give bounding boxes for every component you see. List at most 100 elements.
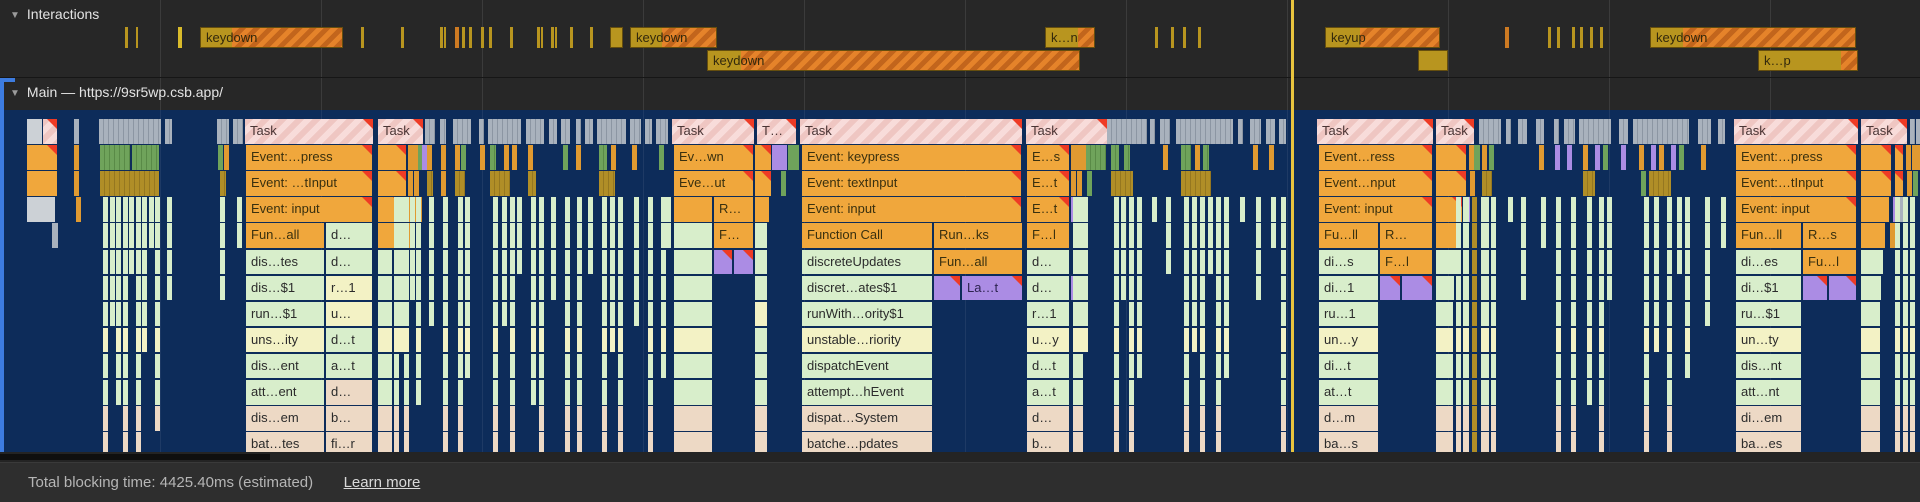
playhead-marker[interactable] [1291, 0, 1294, 453]
flame-entry[interactable]: Task [1861, 119, 1907, 144]
interaction-whisker[interactable] [537, 27, 540, 48]
interaction-whisker[interactable] [361, 27, 364, 48]
interactions-track-header[interactable]: ▼Interactions [10, 6, 99, 22]
interaction-bar[interactable]: keydown [630, 27, 717, 48]
flame-entry[interactable]: Event: keypress [802, 145, 1021, 170]
flame-entry[interactable]: R…s [1803, 223, 1856, 248]
interaction-bar[interactable]: k…p [1758, 50, 1858, 71]
flame-entry[interactable]: Task [800, 119, 1022, 144]
flame-entry[interactable]: dispat…System [802, 406, 932, 431]
flame-entry[interactable]: Task [1026, 119, 1107, 144]
interaction-whisker[interactable] [1557, 27, 1560, 48]
interaction-whisker[interactable] [1155, 27, 1158, 48]
flame-entry[interactable]: F…l [1380, 250, 1432, 275]
flame-entry[interactable]: u…y [1027, 328, 1069, 353]
interaction-whisker[interactable] [444, 27, 446, 48]
interaction-whisker[interactable] [481, 27, 484, 48]
flame-entry[interactable]: d… [326, 223, 372, 248]
interaction-whisker[interactable] [1548, 27, 1551, 48]
horizontal-scrollbar[interactable] [0, 452, 1920, 462]
interaction-whisker[interactable] [462, 27, 465, 48]
flame-entry[interactable]: d…t [1027, 354, 1069, 379]
flame-entry[interactable]: dis…em [246, 406, 324, 431]
flame-entry[interactable]: Eve…ut [674, 171, 753, 196]
flame-entry[interactable]: T… [757, 119, 796, 144]
flame-entry[interactable]: Event: input [246, 197, 372, 222]
flame-entry[interactable]: u… [326, 302, 372, 327]
interaction-whisker[interactable] [1590, 27, 1593, 48]
collapse-triangle-icon[interactable]: ▼ [10, 10, 20, 21]
flame-entry[interactable]: R… [714, 197, 753, 222]
flame-entry[interactable]: dis…nt [1736, 354, 1801, 379]
main-track-header[interactable]: ▼Main — https://9sr5wp.csb.app/ [10, 84, 223, 100]
interaction-whisker[interactable] [401, 27, 404, 48]
flame-entry[interactable]: E…t [1027, 171, 1069, 196]
interaction-whisker[interactable] [136, 27, 138, 48]
flame-entry[interactable]: Event:…press [246, 145, 372, 170]
learn-more-link[interactable]: Learn more [344, 463, 421, 502]
interaction-whisker[interactable] [590, 27, 593, 48]
interaction-whisker[interactable] [440, 27, 443, 48]
interaction-bar[interactable]: keydown [707, 50, 1080, 71]
interaction-whisker[interactable] [1198, 27, 1201, 48]
flame-entry[interactable]: Event: input [1736, 197, 1856, 222]
flame-entry[interactable]: Fun…ll [1736, 223, 1801, 248]
flame-entry[interactable]: Fu…ll [1319, 223, 1378, 248]
flame-entry[interactable]: a…t [1027, 380, 1069, 405]
interaction-whisker[interactable] [1505, 27, 1509, 48]
scrollbar-thumb[interactable] [0, 454, 270, 460]
flame-entry[interactable]: d… [1027, 276, 1069, 301]
flame-entry[interactable]: d…m [1319, 406, 1378, 431]
interaction-whisker[interactable] [551, 27, 554, 48]
interaction-bar[interactable] [610, 27, 623, 48]
flame-entry[interactable]: un…ty [1736, 328, 1801, 353]
interaction-bar[interactable]: keydown [1650, 27, 1856, 48]
flame-entry[interactable]: run…$1 [246, 302, 324, 327]
flame-entry[interactable]: Event: …tInput [246, 171, 372, 196]
interaction-bar[interactable]: keydown [200, 27, 343, 48]
interaction-whisker[interactable] [489, 27, 492, 48]
flame-entry[interactable]: Event: textInput [802, 171, 1021, 196]
flame-entry[interactable]: Task [1317, 119, 1433, 144]
flame-entry[interactable]: Task [378, 119, 423, 144]
flame-entry[interactable]: Fun…all [246, 223, 324, 248]
interaction-whisker[interactable] [570, 27, 573, 48]
flame-entry[interactable]: Fu…l [1803, 250, 1856, 275]
flame-entry[interactable]: at…t [1319, 380, 1378, 405]
flame-entry[interactable]: att…nt [1736, 380, 1801, 405]
flame-entry[interactable]: Event: input [802, 197, 1021, 222]
interaction-bar[interactable]: keyup [1325, 27, 1440, 48]
flame-entry[interactable]: discret…ates$1 [802, 276, 932, 301]
flame-entry[interactable]: dispatchEvent [802, 354, 932, 379]
flame-entry[interactable]: di…em [1736, 406, 1801, 431]
flame-entry[interactable]: d…t [326, 328, 372, 353]
flame-entry[interactable]: d… [326, 250, 372, 275]
flame-entry[interactable]: E…t [1027, 197, 1069, 222]
interaction-whisker[interactable] [178, 27, 182, 48]
flame-entry[interactable]: Function Call [802, 223, 932, 248]
flame-entry[interactable]: di…s [1319, 250, 1378, 275]
flame-entry[interactable]: runWith…ority$1 [802, 302, 932, 327]
flame-entry[interactable]: dis…tes [246, 250, 324, 275]
interaction-whisker[interactable] [1572, 27, 1575, 48]
flame-entry[interactable]: dis…$1 [246, 276, 324, 301]
flame-entry[interactable]: F… [714, 223, 753, 248]
flame-entry[interactable]: r…1 [326, 276, 372, 301]
flame-entry[interactable]: Task [245, 119, 373, 144]
flame-entry[interactable]: Run…ks [934, 223, 1022, 248]
flame-entry[interactable]: b… [326, 406, 372, 431]
flame-entry[interactable]: Ev…wn [674, 145, 753, 170]
flame-entry[interactable]: Task [1734, 119, 1858, 144]
interaction-whisker[interactable] [1183, 27, 1186, 48]
flame-entry[interactable]: Task [1436, 119, 1474, 144]
flame-entry[interactable]: Task [672, 119, 754, 144]
flame-entry[interactable]: attempt…hEvent [802, 380, 932, 405]
flame-entry[interactable]: a…t [326, 354, 372, 379]
interaction-whisker[interactable] [555, 27, 557, 48]
collapse-triangle-icon[interactable]: ▼ [10, 88, 20, 99]
flame-entry[interactable]: ru…1 [1319, 302, 1378, 327]
flame-entry[interactable]: ru…$1 [1736, 302, 1801, 327]
flame-entry[interactable]: d… [326, 380, 372, 405]
flame-entry[interactable]: F…l [1027, 223, 1069, 248]
flame-entry[interactable]: di…$1 [1736, 276, 1801, 301]
